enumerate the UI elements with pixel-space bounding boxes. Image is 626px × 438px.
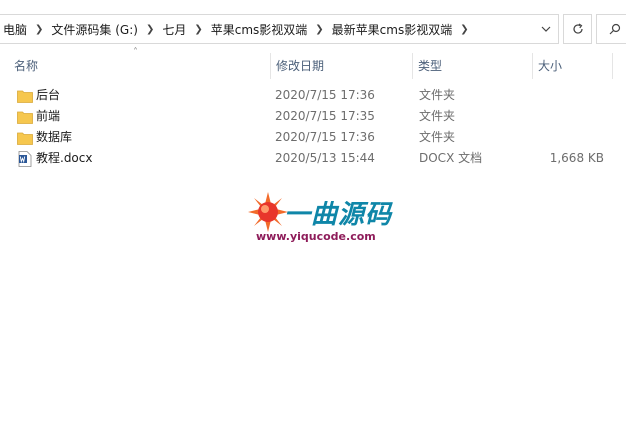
column-header-type[interactable]: 类型 (412, 53, 532, 79)
file-type: 文件夹 (419, 109, 456, 123)
file-date: 2020/7/15 17:36 (275, 88, 375, 102)
file-date: 2020/5/13 15:44 (275, 151, 375, 165)
folder-icon (16, 109, 34, 125)
breadcrumb-this-pc[interactable]: 电脑 (0, 21, 31, 38)
file-name: 数据库 (36, 130, 73, 144)
folder-icon (16, 88, 34, 104)
breadcrumb-drive[interactable]: 文件源码集 (G:) (47, 21, 142, 38)
column-header-size[interactable]: 大小 (532, 53, 612, 79)
breadcrumb-separator-icon[interactable]: ❯ (142, 24, 158, 35)
file-name: 后台 (36, 88, 61, 102)
file-name-cell: 前端 (10, 106, 60, 127)
file-name: 前端 (36, 109, 61, 123)
search-input[interactable] (596, 14, 626, 44)
column-header-date[interactable]: 修改日期 (270, 53, 412, 79)
sun-logo-icon (248, 192, 288, 232)
search-icon (609, 23, 621, 35)
breadcrumb-folder-current[interactable]: 最新苹果cms影视双端 (328, 21, 457, 38)
refresh-button[interactable] (563, 14, 592, 44)
address-bar-row: 电脑 ❯ 文件源码集 (G:) ❯ 七月 ❯ 苹果cms影视双端 ❯ 最新苹果c… (0, 0, 626, 46)
address-history-dropdown[interactable] (533, 14, 559, 44)
word-doc-icon (16, 150, 34, 167)
refresh-icon (572, 23, 583, 34)
column-header-bar: ˄ 名称 修改日期 类型 大小 (0, 47, 626, 79)
breadcrumb-separator-icon[interactable]: ❯ (31, 24, 47, 35)
file-name-cell: 教程.docx (10, 148, 92, 169)
file-date: 2020/7/15 17:35 (275, 109, 375, 123)
file-row[interactable]: 后台 2020/7/15 17:36 文件夹 (10, 85, 616, 106)
watermark-url: www.yiqucode.com (256, 230, 376, 243)
file-name-cell: 数据库 (10, 127, 72, 148)
column-header-name[interactable]: 名称 (8, 53, 270, 79)
file-date: 2020/7/15 17:36 (275, 130, 375, 144)
watermark-logo: 一曲源码 www.yiqucode.com (248, 190, 398, 250)
file-name: 教程.docx (36, 151, 93, 165)
breadcrumb-separator-icon[interactable]: ❯ (456, 24, 472, 35)
file-type: DOCX 文档 (419, 151, 483, 165)
file-row[interactable]: 前端 2020/7/15 17:35 文件夹 (10, 106, 616, 127)
file-type: 文件夹 (419, 130, 456, 144)
breadcrumb-separator-icon[interactable]: ❯ (190, 24, 206, 35)
file-type: 文件夹 (419, 88, 456, 102)
breadcrumb-separator-icon[interactable]: ❯ (311, 24, 327, 35)
breadcrumb-folder-cms[interactable]: 苹果cms影视双端 (207, 21, 312, 38)
folder-icon (16, 130, 34, 146)
file-size: 1,668 KB (549, 151, 604, 165)
address-bar[interactable]: 电脑 ❯ 文件源码集 (G:) ❯ 七月 ❯ 苹果cms影视双端 ❯ 最新苹果c… (0, 14, 559, 44)
file-row[interactable]: 教程.docx 2020/5/13 15:44 DOCX 文档 1,668 KB (10, 148, 616, 169)
column-divider[interactable] (612, 53, 613, 79)
file-row[interactable]: 数据库 2020/7/15 17:36 文件夹 (10, 127, 616, 148)
breadcrumb-folder-july[interactable]: 七月 (158, 21, 190, 38)
file-name-cell: 后台 (10, 85, 60, 106)
watermark-title: 一曲源码 (284, 200, 393, 230)
chevron-down-icon (541, 26, 551, 32)
